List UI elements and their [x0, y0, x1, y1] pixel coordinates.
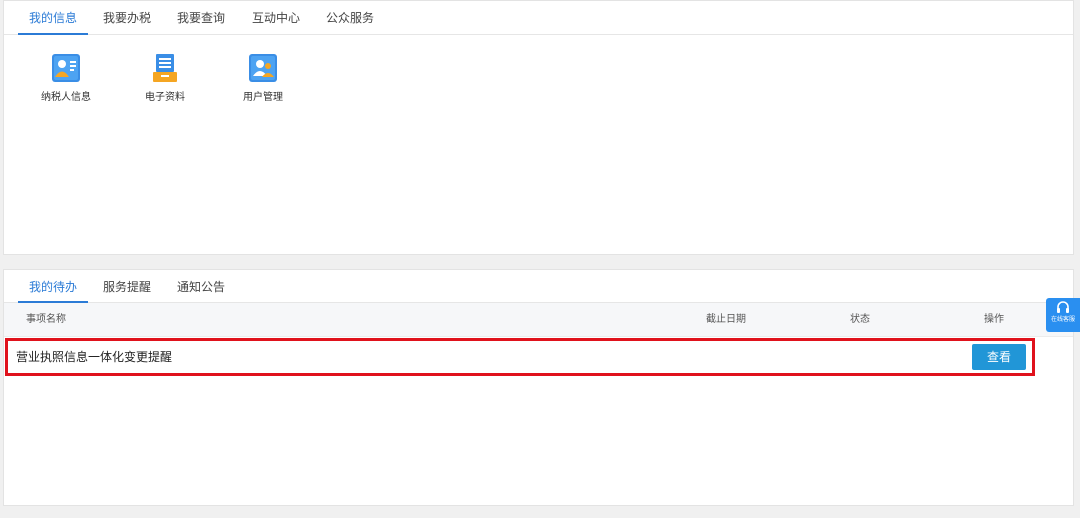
table-header: 事项名称 截止日期 状态 操作: [4, 303, 1073, 337]
header-deadline: 截止日期: [706, 314, 746, 325]
taxpayer-card-icon: [52, 54, 80, 82]
taxpayer-info-shortcut[interactable]: 纳税人信息: [26, 53, 106, 103]
user-management-shortcut[interactable]: 用户管理: [223, 53, 303, 103]
headset-icon: [1057, 301, 1069, 313]
header-item-name: 事项名称: [26, 314, 66, 325]
my-info-panel: 我的信息 我要办税 我要查询 互动中心 公众服务 纳税人信息 电子资料 用户管理: [3, 0, 1074, 255]
header-status: 状态: [850, 314, 870, 325]
online-service-button[interactable]: 在线客服: [1046, 298, 1080, 332]
taxpayer-info-label: 纳税人信息: [41, 92, 91, 103]
online-service-label: 在线客服: [1050, 316, 1075, 323]
tab-interaction-center[interactable]: 互动中心: [252, 1, 300, 35]
table-row: 营业执照信息一体化变更提醒 查看: [5, 338, 1035, 376]
tab-public-services[interactable]: 公众服务: [326, 1, 374, 35]
tab-query[interactable]: 我要查询: [177, 1, 225, 35]
document-stack-icon: [153, 54, 177, 82]
view-button[interactable]: 查看: [972, 344, 1026, 370]
tab-my-todo[interactable]: 我的待办: [17, 270, 89, 303]
todo-item-name: 营业执照信息一体化变更提醒: [16, 350, 173, 364]
tab-my-info[interactable]: 我的信息: [17, 1, 89, 35]
user-management-label: 用户管理: [243, 92, 283, 103]
tab-tax-handling[interactable]: 我要办税: [103, 1, 151, 35]
tab-notices[interactable]: 通知公告: [177, 270, 225, 303]
top-tab-bar: 我的信息 我要办税 我要查询 互动中心 公众服务: [4, 1, 1073, 35]
header-action: 操作: [984, 314, 1004, 325]
electronic-documents-shortcut[interactable]: 电子资料: [125, 53, 205, 103]
users-icon: [249, 54, 277, 82]
electronic-documents-label: 电子资料: [145, 92, 185, 103]
bottom-tab-bar: 我的待办 服务提醒 通知公告: [4, 270, 1073, 303]
tab-service-reminders[interactable]: 服务提醒: [103, 270, 151, 303]
todo-panel: 我的待办 服务提醒 通知公告 事项名称 截止日期 状态 操作 营业执照信息一体化…: [3, 269, 1074, 506]
